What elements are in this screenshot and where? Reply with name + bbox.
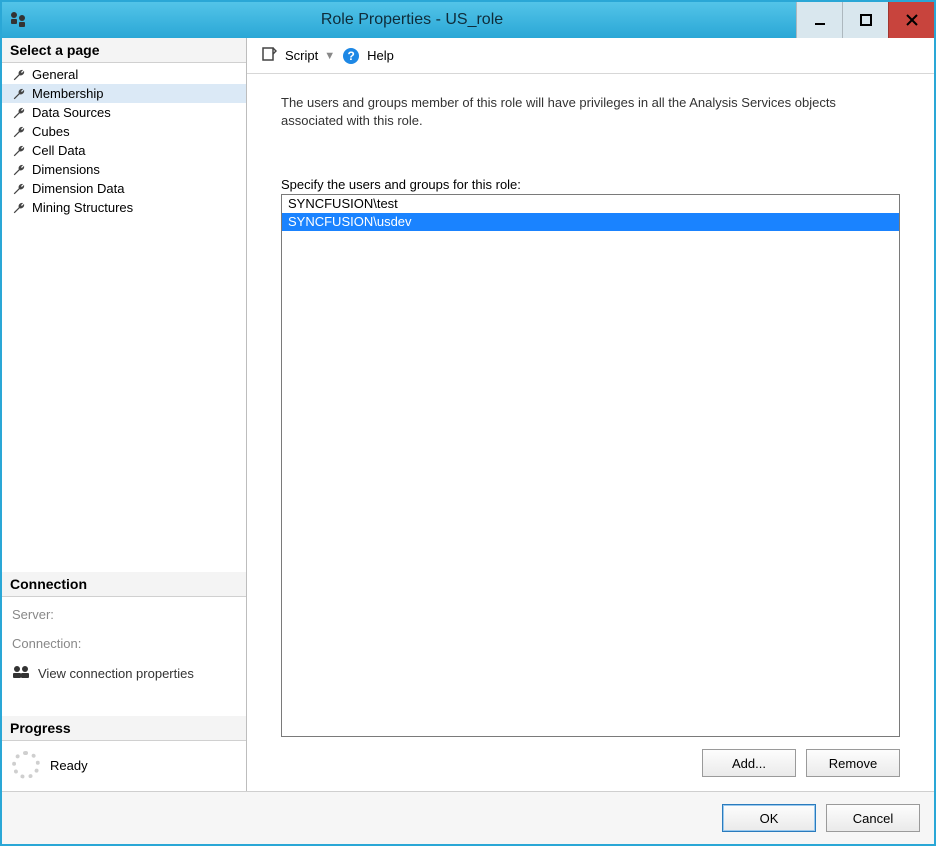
app-icon [8, 10, 28, 30]
close-button[interactable] [888, 2, 934, 38]
content-inner: The users and groups member of this role… [247, 74, 934, 791]
titlebar-left [2, 2, 28, 38]
wrench-icon [12, 125, 26, 139]
sidebar-page-dimensions[interactable]: Dimensions [2, 160, 246, 179]
users-buttons: Add... Remove [281, 749, 900, 777]
progress-spinner-icon [12, 751, 40, 779]
view-connection-properties[interactable]: View connection properties [12, 665, 236, 682]
cancel-button[interactable]: Cancel [826, 804, 920, 832]
wrench-icon [12, 68, 26, 82]
sidebar-page-label: Cell Data [32, 143, 85, 158]
help-icon: ? [343, 48, 359, 64]
main-columns: Select a page General Membership Data Sour… [2, 38, 934, 791]
wrench-icon [12, 87, 26, 101]
wrench-icon [12, 201, 26, 215]
select-page-header: Select a page [2, 38, 246, 63]
sidebar-page-label: General [32, 67, 78, 82]
sidebar-page-label: Cubes [32, 124, 70, 139]
wrench-icon [12, 163, 26, 177]
ok-button[interactable]: OK [722, 804, 816, 832]
progress-block: Ready [2, 741, 246, 791]
maximize-button[interactable] [842, 2, 888, 38]
sidebar-page-label: Dimensions [32, 162, 100, 177]
window-title: Role Properties - US_role [28, 2, 796, 38]
people-icon [12, 665, 30, 682]
help-button[interactable]: Help [367, 48, 394, 63]
sidebar-page-cubes[interactable]: Cubes [2, 122, 246, 141]
sidebar-page-label: Dimension Data [32, 181, 125, 196]
connection-block: Server: Connection: View connection prop… [2, 597, 246, 688]
sidebar-page-label: Mining Structures [32, 200, 133, 215]
sidebar-page-general[interactable]: General [2, 65, 246, 84]
sidebar-page-label: Data Sources [32, 105, 111, 120]
titlebar: Role Properties - US_role [2, 2, 934, 38]
users-listbox[interactable]: SYNCFUSION\testSYNCFUSION\usdev [281, 194, 900, 737]
page-list: General Membership Data Sources Cubes Cell D… [2, 63, 246, 219]
role-properties-dialog: Role Properties - US_role Select a page … [0, 0, 936, 846]
content: Script ▼ ? Help The users and groups mem… [247, 38, 934, 791]
connection-header: Connection [2, 572, 246, 597]
remove-button[interactable]: Remove [806, 749, 900, 777]
sidebar: Select a page General Membership Data Sour… [2, 38, 247, 791]
sidebar-page-dimension-data[interactable]: Dimension Data [2, 179, 246, 198]
toolbar: Script ▼ ? Help [247, 38, 934, 74]
wrench-icon [12, 182, 26, 196]
progress-header: Progress [2, 716, 246, 741]
user-row[interactable]: SYNCFUSION\test [282, 195, 899, 213]
connection-label: Connection: [12, 636, 236, 651]
minimize-button[interactable] [796, 2, 842, 38]
wrench-icon [12, 144, 26, 158]
script-button[interactable]: Script [285, 48, 318, 63]
sidebar-page-data-sources[interactable]: Data Sources [2, 103, 246, 122]
sidebar-page-cell-data[interactable]: Cell Data [2, 141, 246, 160]
sidebar-page-label: Membership [32, 86, 104, 101]
users-list-label: Specify the users and groups for this ro… [281, 177, 900, 192]
script-dropdown-icon[interactable]: ▼ [324, 50, 335, 62]
role-description: The users and groups member of this role… [281, 94, 881, 129]
window-controls [796, 2, 934, 38]
user-row[interactable]: SYNCFUSION\usdev [282, 213, 899, 231]
server-label: Server: [12, 607, 236, 622]
view-connection-properties-label: View connection properties [38, 666, 194, 681]
dialog-footer: OK Cancel [2, 791, 934, 844]
sidebar-page-mining-structures[interactable]: Mining Structures [2, 198, 246, 217]
wrench-icon [12, 106, 26, 120]
script-icon [261, 46, 277, 65]
progress-status: Ready [50, 758, 88, 773]
add-button[interactable]: Add... [702, 749, 796, 777]
sidebar-page-membership[interactable]: Membership [2, 84, 246, 103]
dialog-body: Select a page General Membership Data Sour… [2, 38, 934, 844]
